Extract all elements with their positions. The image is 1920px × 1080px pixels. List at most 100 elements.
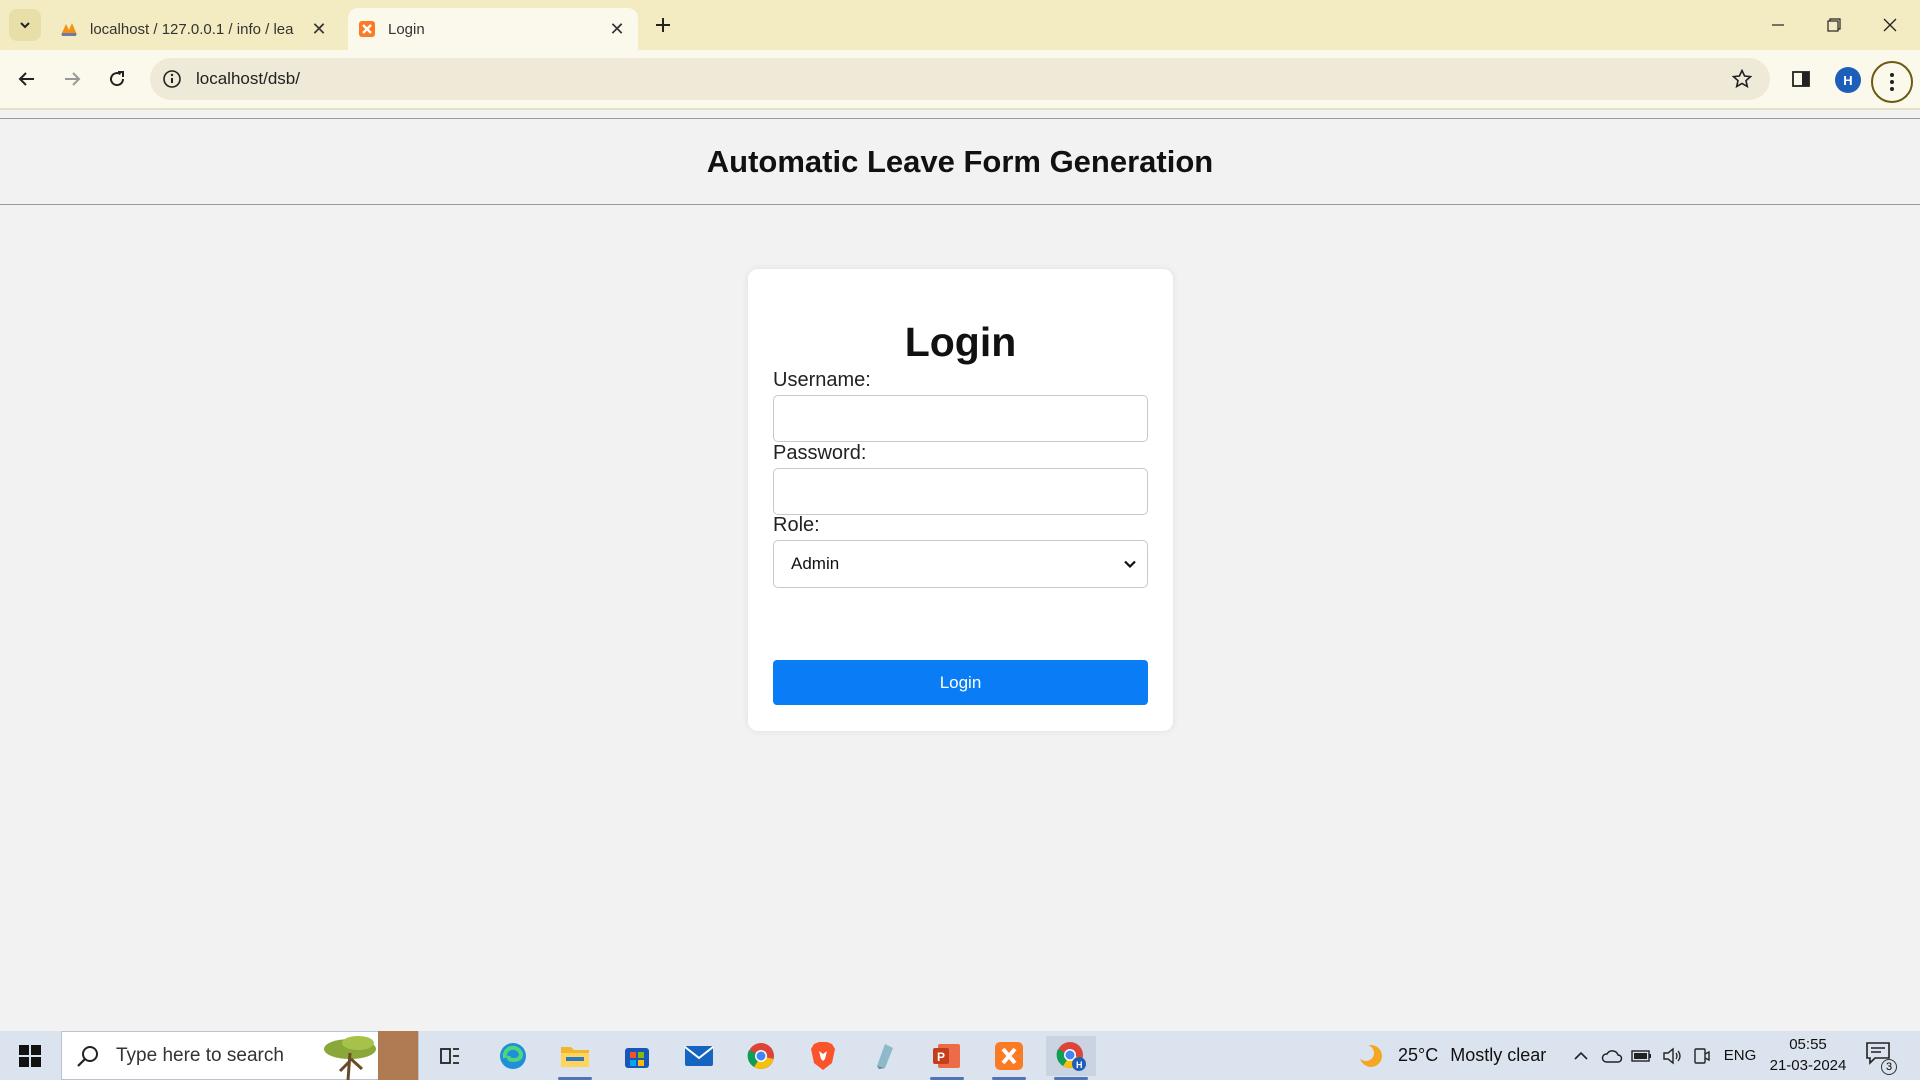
windows-logo-icon	[19, 1044, 41, 1067]
meet-now-tray[interactable]	[1688, 1031, 1716, 1080]
password-label: Password:	[773, 442, 867, 464]
role-label: Role:	[773, 514, 820, 536]
close-icon	[1883, 18, 1897, 32]
tab-title: Login	[388, 20, 425, 38]
role-select[interactable]: Admin	[773, 540, 1148, 588]
close-tab-icon[interactable]: ✕	[306, 16, 332, 42]
xampp-icon	[995, 1042, 1023, 1070]
show-hidden-icons-button[interactable]	[1568, 1031, 1594, 1080]
page-content: Automatic Leave Form Generation Login Us…	[0, 110, 1920, 1031]
chevron-down-icon	[20, 22, 30, 29]
login-heading: Login	[904, 319, 1017, 365]
clock-time: 05:55	[1789, 1036, 1827, 1053]
address-bar[interactable]: localhost/dsb/	[150, 58, 1770, 100]
password-input[interactable]	[773, 468, 1148, 515]
chevron-up-icon	[1574, 1051, 1588, 1060]
taskbar: Type here to search P H 25°C Mostly clea…	[0, 1031, 1920, 1080]
back-button[interactable]	[11, 63, 43, 95]
taskbar-clock[interactable]: 05:55 21-03-2024	[1768, 1034, 1848, 1076]
arrow-right-icon	[65, 72, 81, 86]
browser-menu-button[interactable]	[1871, 61, 1913, 103]
username-label: Username:	[773, 369, 871, 391]
svg-text:H: H	[1076, 1060, 1083, 1070]
phpmyadmin-icon	[61, 23, 77, 36]
chevron-down-icon	[1124, 560, 1136, 569]
browser-tab-bar: localhost / 127.0.0.1 / info / lea ✕ Log…	[0, 0, 1920, 50]
login-button[interactable]: Login	[773, 660, 1148, 705]
reload-icon	[110, 71, 125, 87]
site-info-icon[interactable]	[162, 69, 182, 89]
notification-count-badge: 3	[1881, 1059, 1897, 1075]
restore-icon	[1827, 18, 1841, 32]
task-view-icon	[440, 1048, 459, 1064]
login-card: Login Username: Password: Role: Admin Lo…	[748, 269, 1173, 731]
tab-search-button[interactable]	[9, 9, 41, 41]
task-view-button[interactable]	[425, 1036, 475, 1076]
taskbar-search[interactable]: Type here to search	[61, 1031, 419, 1080]
username-input[interactable]	[773, 395, 1148, 442]
taskbar-powerpoint[interactable]: P	[922, 1036, 972, 1080]
clock-date: 21-03-2024	[1769, 1057, 1847, 1074]
close-window-button[interactable]	[1862, 0, 1918, 50]
edge-icon	[500, 1043, 526, 1069]
close-tab-icon[interactable]: ✕	[604, 16, 630, 42]
plus-icon	[656, 18, 670, 32]
taskbar-file-explorer[interactable]	[550, 1036, 600, 1080]
start-button[interactable]	[0, 1031, 60, 1080]
side-panel-button[interactable]	[1785, 63, 1817, 95]
side-panel-icon	[1792, 71, 1810, 87]
xampp-icon	[359, 21, 375, 37]
battery-icon	[1631, 1049, 1651, 1062]
tab-phpmyadmin[interactable]: localhost / 127.0.0.1 / info / lea ✕	[50, 8, 340, 50]
battery-tray[interactable]	[1628, 1031, 1656, 1080]
more-vertical-icon	[1890, 73, 1894, 91]
language-indicator[interactable]: ENG	[1720, 1031, 1760, 1080]
volume-icon	[1663, 1047, 1681, 1064]
brave-icon	[811, 1042, 835, 1070]
page-title: Automatic Leave Form Generation	[706, 143, 1214, 179]
search-icon	[77, 1045, 98, 1067]
device-icon	[1694, 1047, 1710, 1064]
chrome-profile-icon: H	[1056, 1042, 1086, 1071]
taskbar-app[interactable]	[860, 1036, 910, 1076]
arrow-left-icon	[18, 72, 34, 86]
network-cloud-icon	[1601, 1049, 1623, 1063]
taskbar-chrome-profile[interactable]: H	[1046, 1036, 1096, 1080]
reload-button[interactable]	[101, 63, 133, 95]
taskbar-chrome[interactable]	[736, 1036, 786, 1076]
notification-center-button[interactable]: 3	[1865, 1041, 1897, 1075]
tab-title: localhost / 127.0.0.1 / info / lea	[90, 20, 294, 38]
search-highlight-tree-icon	[324, 1031, 418, 1080]
app-icon	[877, 1044, 893, 1069]
weather-temp: 25°C	[1398, 1045, 1439, 1065]
page-header: Automatic Leave Form Generation	[0, 118, 1920, 205]
taskbar-xampp[interactable]	[984, 1036, 1034, 1080]
taskbar-store[interactable]	[612, 1036, 662, 1076]
onedrive-tray[interactable]	[1598, 1031, 1626, 1080]
taskbar-edge[interactable]	[488, 1036, 538, 1076]
restore-button[interactable]	[1806, 0, 1862, 50]
new-tab-button[interactable]	[650, 12, 676, 38]
profile-avatar[interactable]: H	[1835, 67, 1861, 93]
bookmark-star-icon[interactable]	[1728, 65, 1756, 93]
tab-login[interactable]: Login ✕	[348, 8, 638, 50]
powerpoint-icon: P	[933, 1044, 960, 1068]
taskbar-mail[interactable]	[674, 1036, 724, 1076]
weather-moon-icon	[1358, 1044, 1382, 1067]
minimize-icon	[1772, 24, 1784, 26]
file-explorer-icon	[561, 1047, 589, 1067]
role-selected-value: Admin	[791, 554, 840, 573]
forward-button[interactable]	[56, 63, 88, 95]
volume-tray[interactable]	[1658, 1031, 1686, 1080]
weather-widget[interactable]: 25°C Mostly clear	[1356, 1031, 1546, 1080]
mail-icon	[684, 1046, 714, 1066]
chrome-icon	[747, 1043, 774, 1069]
url-text[interactable]: localhost/dsb/	[196, 69, 1728, 89]
weather-desc: Mostly clear	[1450, 1045, 1547, 1065]
search-placeholder: Type here to search	[116, 1044, 284, 1066]
browser-toolbar: localhost/dsb/ H	[0, 50, 1920, 108]
minimize-button[interactable]	[1750, 0, 1806, 50]
svg-text:P: P	[937, 1050, 945, 1064]
taskbar-brave[interactable]	[798, 1036, 848, 1076]
store-icon	[625, 1048, 649, 1068]
